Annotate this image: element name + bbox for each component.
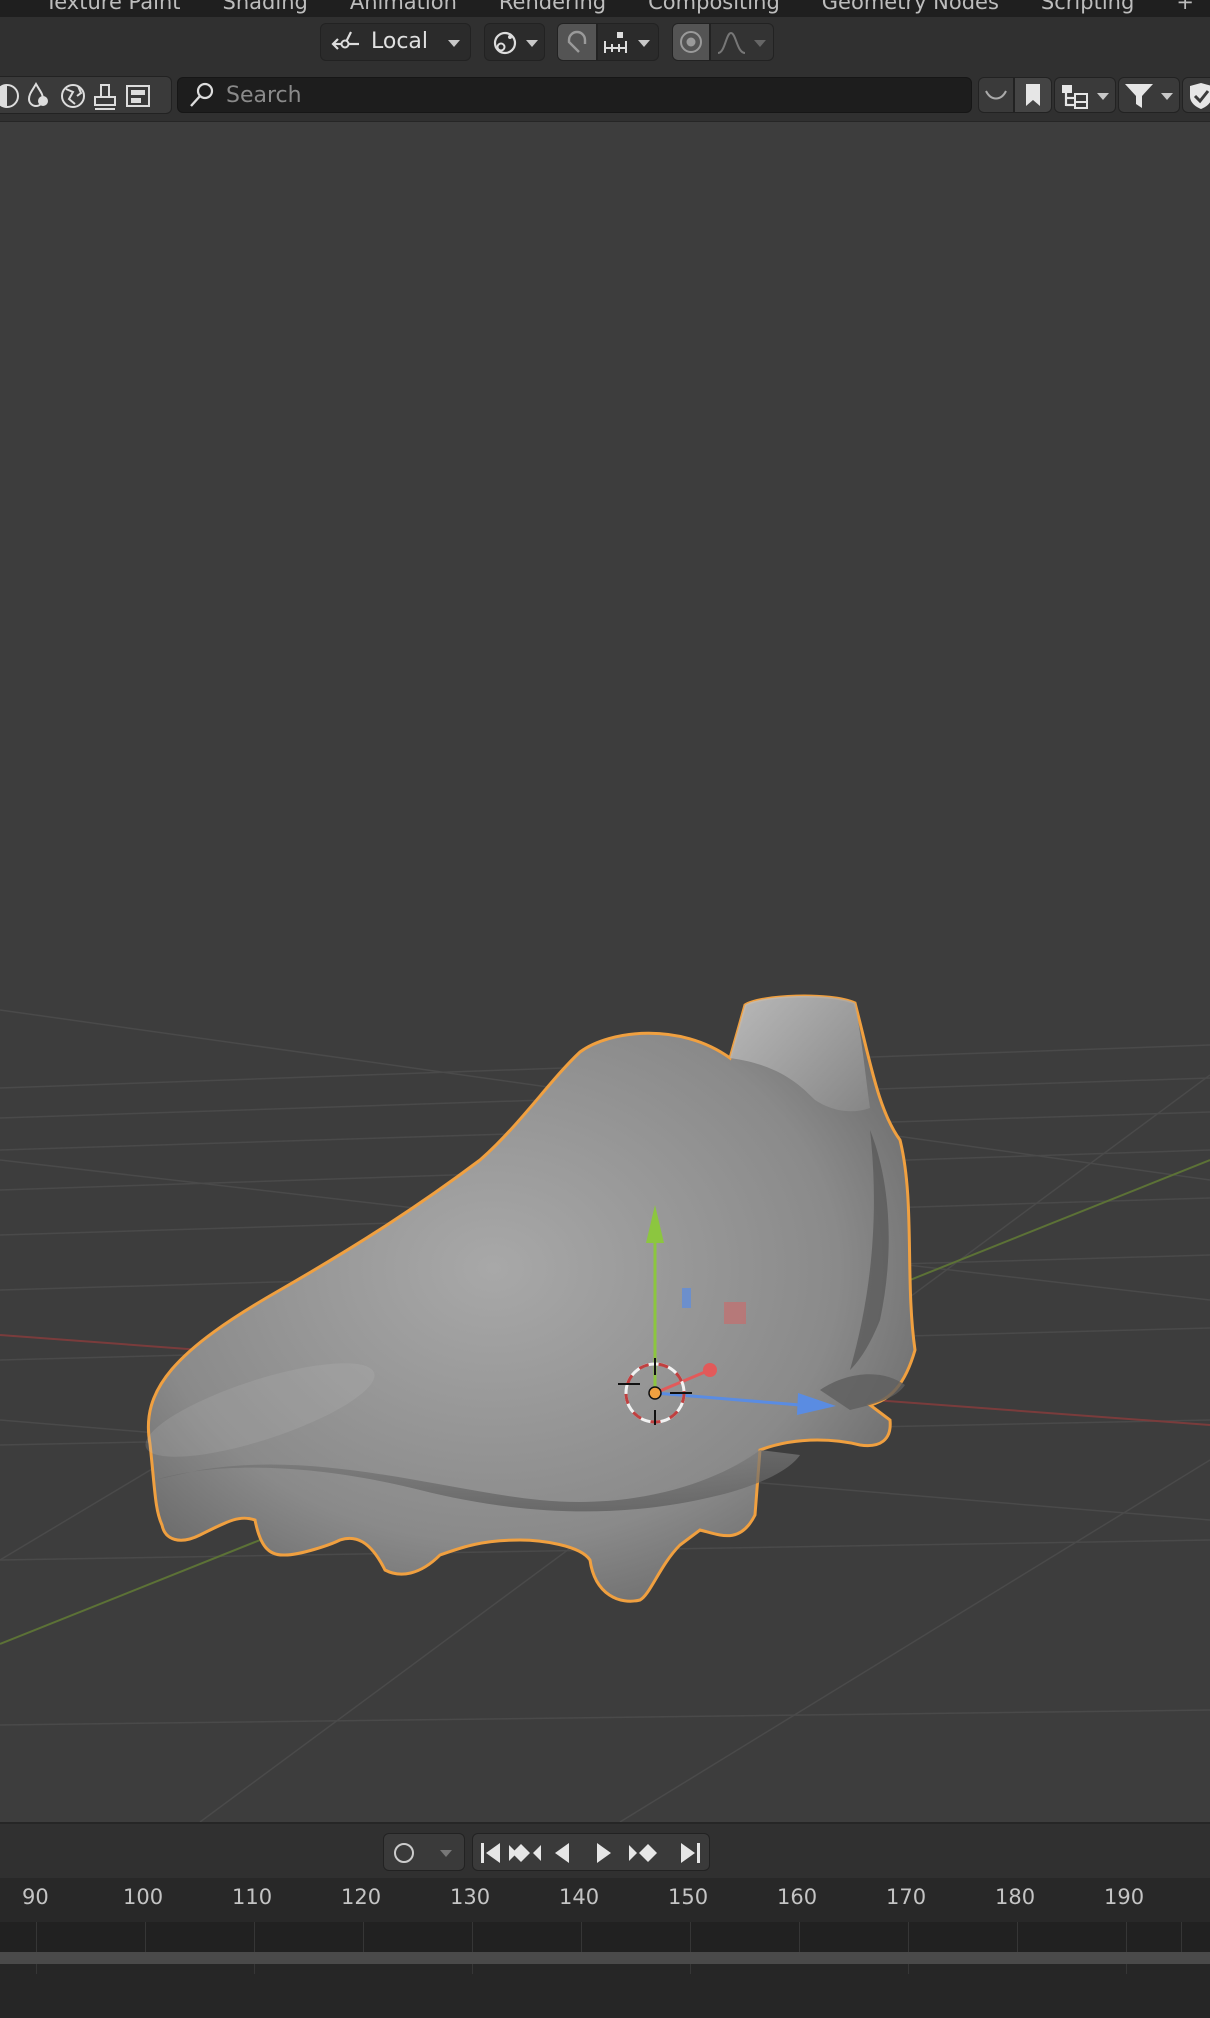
chevron-down-icon: [440, 1850, 452, 1857]
search-icon: [190, 82, 214, 107]
tab-rendering[interactable]: Rendering: [478, 0, 627, 16]
new-collection-button[interactable]: [1182, 77, 1210, 113]
frame-label: 100: [123, 1885, 164, 1909]
frame-label: 140: [559, 1885, 600, 1909]
outliner-tree-icon: [1062, 85, 1088, 109]
curve-icon: [985, 90, 1007, 100]
tab-animation[interactable]: Animation: [329, 0, 478, 16]
tab-compositing[interactable]: Compositing: [627, 0, 801, 16]
bookmark-toggle[interactable]: [1014, 77, 1052, 113]
timeline-header: [0, 1822, 1210, 1878]
keying-dropdown[interactable]: [383, 1833, 465, 1871]
shoe-mesh[interactable]: [137, 994, 917, 1603]
next-keyframe-icon[interactable]: [629, 1844, 657, 1862]
frame-label: 90: [22, 1885, 49, 1909]
frame-label: 150: [668, 1885, 709, 1909]
play-reverse-icon[interactable]: [555, 1843, 569, 1863]
snapping-toggle[interactable]: [557, 23, 597, 61]
timeline-body[interactable]: [0, 1964, 1210, 2018]
add-workspace-button[interactable]: +: [1155, 0, 1210, 16]
frame-label: 170: [886, 1885, 927, 1909]
brush-icon[interactable]: [94, 84, 116, 110]
jump-to-end-icon[interactable]: [681, 1843, 700, 1863]
3d-viewport[interactable]: [0, 122, 1210, 1822]
tab-geometry-nodes[interactable]: Geometry Nodes: [801, 0, 1020, 16]
chevron-down-icon: [1161, 93, 1173, 100]
chevron-down-icon: [754, 40, 766, 47]
bookmark-icon: [1026, 84, 1040, 106]
restrict-columns-toggle[interactable]: [978, 77, 1014, 113]
transform-orientation-dropdown[interactable]: Local: [320, 23, 471, 61]
proportional-editing-toggle[interactable]: [672, 23, 710, 61]
filter-icon: [1125, 84, 1153, 108]
chevron-down-icon: [448, 40, 460, 47]
frame-label: 180: [995, 1885, 1036, 1909]
viewport-scene: [0, 994, 1210, 1822]
snap-increment-icon: [604, 32, 627, 53]
frame-label: 110: [232, 1885, 273, 1909]
record-icon: [394, 1843, 414, 1863]
frame-label: 160: [777, 1885, 818, 1909]
play-icon[interactable]: [597, 1843, 611, 1863]
world-icon[interactable]: [61, 84, 85, 108]
workspace-tabs: Texture Paint Shading Animation Renderin…: [0, 0, 1210, 16]
shading-icon[interactable]: [0, 84, 19, 108]
filter-dropdown[interactable]: [1118, 77, 1180, 113]
frame-ruler[interactable]: 90 100 110 120 130 140 150 160 170 180 1…: [0, 1878, 1210, 1922]
frame-label: 120: [341, 1885, 382, 1909]
frame-label: 190: [1104, 1885, 1145, 1909]
search-placeholder: Search: [226, 83, 302, 108]
keyframe-track[interactable]: [0, 1922, 1210, 1952]
proportional-editing-icon: [680, 31, 702, 53]
visibility-filter-group: [0, 76, 172, 114]
tab-shading[interactable]: Shading: [202, 0, 329, 16]
workspace-tab-bar: Texture Paint Shading Animation Renderin…: [0, 0, 1210, 17]
tab-scripting[interactable]: Scripting: [1020, 0, 1155, 16]
pivot-point-icon: [493, 31, 517, 55]
viewport-header: Local: [0, 17, 1210, 69]
transform-orientation-icon: [331, 31, 359, 50]
search-input[interactable]: Search: [177, 77, 972, 113]
timeline-scrollbar[interactable]: [0, 1952, 1210, 1964]
tab-texture-paint[interactable]: Texture Paint: [0, 0, 202, 16]
jump-to-start-icon[interactable]: [481, 1843, 500, 1863]
falloff-curve-icon: [717, 31, 746, 54]
chevron-down-icon: [638, 40, 650, 47]
frame-label: 130: [450, 1885, 491, 1909]
shield-check-icon: [1190, 83, 1210, 109]
outliner-header: Search: [0, 69, 1210, 122]
snap-target-dropdown[interactable]: [597, 23, 659, 61]
pivot-point-dropdown[interactable]: [484, 23, 545, 61]
proportional-falloff-dropdown[interactable]: [710, 23, 774, 61]
transform-orientation-label: Local: [371, 29, 429, 54]
fluid-icon[interactable]: [27, 81, 48, 107]
chevron-down-icon: [1097, 93, 1109, 100]
chevron-down-icon: [526, 40, 538, 47]
previous-keyframe-icon[interactable]: [509, 1844, 541, 1862]
playback-controls: [472, 1833, 710, 1871]
display-mode-dropdown[interactable]: [1054, 77, 1116, 113]
display-mode-icon[interactable]: [126, 85, 150, 107]
magnet-icon: [567, 30, 587, 53]
